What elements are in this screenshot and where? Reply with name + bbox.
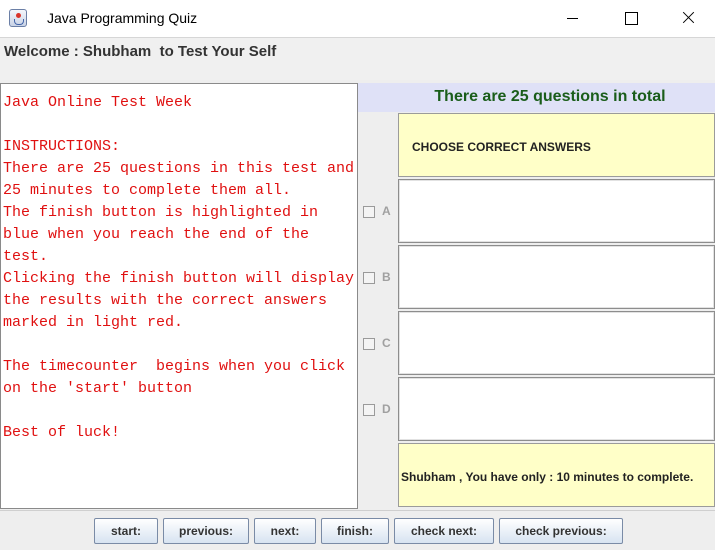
quiz-content: Java Online Test Week INSTRUCTIONS: Ther… xyxy=(0,80,715,510)
question-box: CHOOSE CORRECT ANSWERS xyxy=(398,113,715,177)
option-d-row: D xyxy=(358,377,715,441)
welcome-bar: Welcome : Shubham to Test Your Self xyxy=(0,37,715,80)
option-d-field xyxy=(398,377,715,441)
instructions-text: Java Online Test Week INSTRUCTIONS: Ther… xyxy=(3,94,355,441)
finish-button[interactable]: finish: xyxy=(321,518,389,544)
start-button[interactable]: start: xyxy=(94,518,158,544)
option-b-checkbox[interactable] xyxy=(363,272,375,284)
maximize-button[interactable] xyxy=(601,0,659,36)
option-a-label: A xyxy=(382,204,391,218)
button-bar: start: previous: next: finish: check nex… xyxy=(0,510,715,550)
check-previous-button[interactable]: check previous: xyxy=(499,518,623,544)
option-b-row: B xyxy=(358,245,715,309)
option-c-checkbox[interactable] xyxy=(363,338,375,350)
question-count-label: There are 25 questions in total xyxy=(434,88,666,105)
previous-button[interactable]: previous: xyxy=(163,518,249,544)
option-d-label: D xyxy=(382,402,391,416)
welcome-label: Welcome : Shubham to Test Your Self xyxy=(4,43,277,60)
next-button[interactable]: next: xyxy=(254,518,316,544)
instructions-panel[interactable]: Java Online Test Week INSTRUCTIONS: Ther… xyxy=(0,83,358,509)
question-text: CHOOSE CORRECT ANSWERS xyxy=(412,140,591,154)
option-c-row: C xyxy=(358,311,715,375)
option-c-label: C xyxy=(382,336,391,350)
timer-box: Shubham , You have only : 10 minutes to … xyxy=(398,443,715,507)
check-next-button[interactable]: check next: xyxy=(394,518,494,544)
minimize-button[interactable] xyxy=(543,0,601,36)
option-a-checkbox[interactable] xyxy=(363,206,375,218)
option-b-field xyxy=(398,245,715,309)
option-a-field xyxy=(398,179,715,243)
option-a-row: A xyxy=(358,179,715,243)
close-button[interactable] xyxy=(659,0,715,36)
option-b-label: B xyxy=(382,270,391,284)
timer-message: Shubham , You have only : 10 minutes to … xyxy=(401,470,694,484)
java-icon xyxy=(9,9,27,27)
option-d-checkbox[interactable] xyxy=(363,404,375,416)
title-bar: Java Programming Quiz xyxy=(0,0,715,36)
question-count-bar: There are 25 questions in total xyxy=(358,83,715,112)
window-title: Java Programming Quiz xyxy=(47,10,198,26)
option-c-field xyxy=(398,311,715,375)
